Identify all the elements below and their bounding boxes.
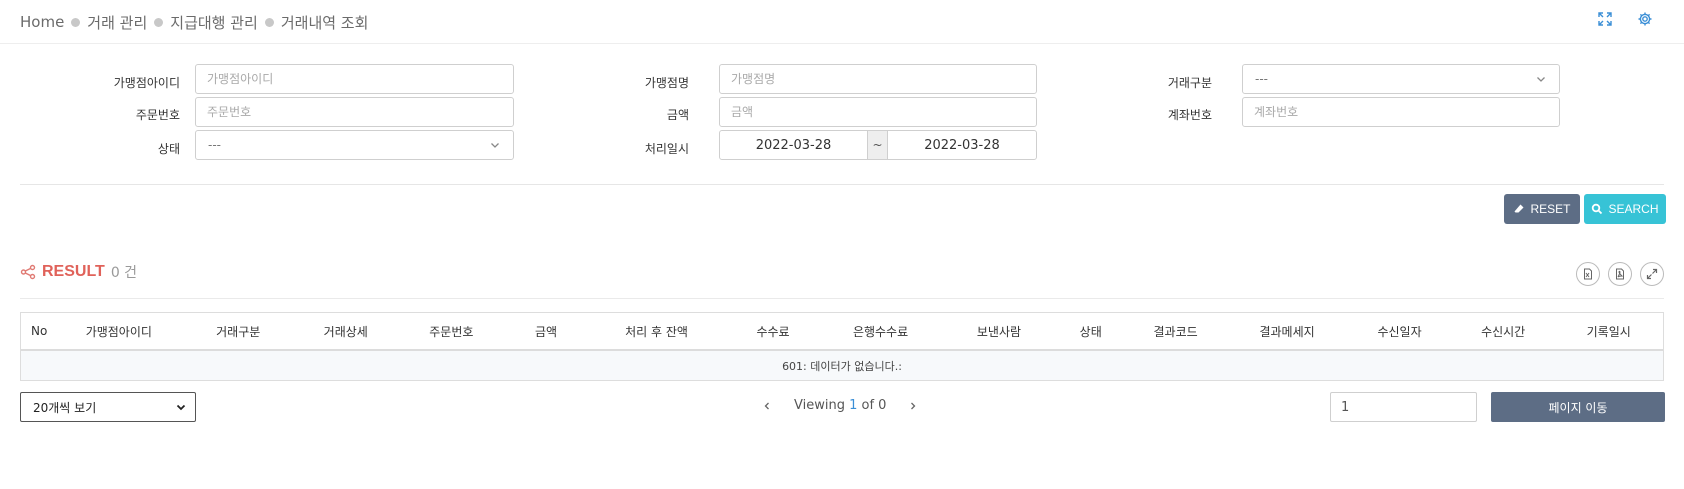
- order-no-input[interactable]: [195, 97, 514, 127]
- reset-button[interactable]: RESET: [1504, 194, 1580, 224]
- pager: Viewing 1 of 0: [760, 398, 920, 413]
- expand-icon: [1646, 268, 1658, 280]
- column-header[interactable]: 처리 후 잔액: [588, 323, 726, 340]
- total-pages: of 0: [861, 398, 887, 413]
- current-page: 1: [849, 398, 858, 413]
- result-divider: [20, 298, 1664, 299]
- column-header[interactable]: 결과코드: [1124, 323, 1227, 340]
- account-no-input[interactable]: [1242, 97, 1560, 127]
- breadcrumb-trade-management[interactable]: 거래 관리: [87, 12, 147, 33]
- column-header[interactable]: 상태: [1057, 323, 1124, 340]
- search-button[interactable]: SEARCH: [1584, 194, 1666, 224]
- breadcrumb-current-page: 거래내역 조회: [280, 13, 369, 32]
- result-header: RESULT 0 건: [20, 262, 137, 282]
- column-header[interactable]: 금액: [505, 323, 588, 340]
- trade-type-select[interactable]: ---: [1242, 64, 1560, 94]
- breadcrumb-separator-icon: [264, 17, 274, 27]
- gear-icon[interactable]: [1636, 10, 1654, 28]
- chevron-left-icon[interactable]: [760, 399, 774, 413]
- filter-divider: [20, 184, 1664, 185]
- processed-at-label: 처리일시: [644, 142, 689, 156]
- status-label: 상태: [157, 142, 180, 156]
- header-divider: [0, 43, 1684, 44]
- merchant-id-input[interactable]: [195, 64, 514, 94]
- expand-button[interactable]: [1640, 262, 1664, 286]
- date-range-separator: ~: [868, 130, 887, 160]
- reset-button-label: RESET: [1530, 202, 1571, 216]
- share-icon: [20, 264, 36, 280]
- breadcrumb: Home 거래 관리 지급대행 관리 거래내역 조회: [20, 10, 368, 34]
- status-value: ---: [208, 138, 221, 152]
- table-header-row: No 가맹점아이디 거래구분 거래상세 주문번호 금액 처리 후 잔액 수수료 …: [21, 313, 1663, 351]
- chevron-right-icon[interactable]: [906, 399, 920, 413]
- amount-input[interactable]: [719, 97, 1037, 127]
- page-size-value: 20개씩 보기: [33, 400, 97, 415]
- chevron-down-icon: [1537, 77, 1545, 82]
- page-size-select[interactable]: 20개씩 보기: [20, 392, 196, 422]
- column-header[interactable]: 수신일자: [1347, 323, 1452, 340]
- breadcrumb-home[interactable]: Home: [20, 13, 64, 31]
- trade-type-label: 거래구분: [1167, 76, 1212, 90]
- export-tools: [1576, 262, 1664, 286]
- status-select[interactable]: ---: [195, 130, 514, 160]
- viewing-text: Viewing 1 of 0: [794, 398, 886, 413]
- date-from-input[interactable]: 2022-03-28: [719, 130, 868, 160]
- merchant-id-label: 가맹점아이디: [113, 76, 180, 90]
- breadcrumb-payment-agency[interactable]: 지급대행 관리: [170, 12, 258, 33]
- result-title: RESULT: [42, 263, 105, 280]
- empty-message-row: 601: 데이터가 없습니다.:: [21, 351, 1663, 380]
- date-to-input[interactable]: 2022-03-28: [887, 130, 1037, 160]
- pdf-export-button[interactable]: [1608, 262, 1632, 286]
- merchant-name-input[interactable]: [719, 64, 1037, 94]
- breadcrumb-separator-icon: [154, 17, 164, 27]
- breadcrumb-separator-icon: [71, 17, 81, 27]
- result-count: 0 건: [110, 265, 138, 281]
- results-table: No 가맹점아이디 거래구분 거래상세 주문번호 금액 처리 후 잔액 수수료 …: [20, 312, 1664, 381]
- fullscreen-icon[interactable]: [1596, 10, 1614, 28]
- column-header[interactable]: 거래상세: [293, 323, 398, 340]
- amount-label: 금액: [666, 108, 689, 122]
- search-icon: [1592, 203, 1603, 215]
- column-header[interactable]: No: [21, 324, 55, 338]
- column-header[interactable]: 수수료: [726, 323, 821, 340]
- viewing-prefix: Viewing: [794, 398, 845, 413]
- column-header[interactable]: 주문번호: [398, 323, 505, 340]
- column-header[interactable]: 수신시간: [1452, 323, 1555, 340]
- column-header[interactable]: 가맹점아이디: [55, 323, 183, 340]
- header-tools: [1596, 10, 1654, 28]
- merchant-name-label: 가맹점명: [644, 76, 689, 90]
- column-header[interactable]: 보낸사람: [941, 323, 1057, 340]
- order-no-label: 주문번호: [135, 108, 180, 122]
- column-header[interactable]: 기록일시: [1554, 323, 1663, 340]
- excel-file-icon: [1584, 268, 1592, 280]
- page-number-input[interactable]: [1330, 392, 1477, 422]
- excel-export-button[interactable]: [1576, 262, 1600, 286]
- eraser-icon: [1514, 204, 1524, 213]
- chevron-down-icon: [491, 143, 499, 148]
- column-header[interactable]: 은행수수료: [820, 323, 940, 340]
- column-header[interactable]: 결과메세지: [1227, 323, 1347, 340]
- account-no-label: 계좌번호: [1167, 108, 1212, 122]
- column-header[interactable]: 거래구분: [183, 323, 294, 340]
- search-button-label: SEARCH: [1608, 202, 1659, 216]
- trade-type-value: ---: [1255, 72, 1268, 86]
- go-to-page-button[interactable]: 페이지 이동: [1491, 392, 1665, 422]
- chevron-down-icon: [176, 404, 186, 411]
- pdf-file-icon: [1616, 268, 1624, 280]
